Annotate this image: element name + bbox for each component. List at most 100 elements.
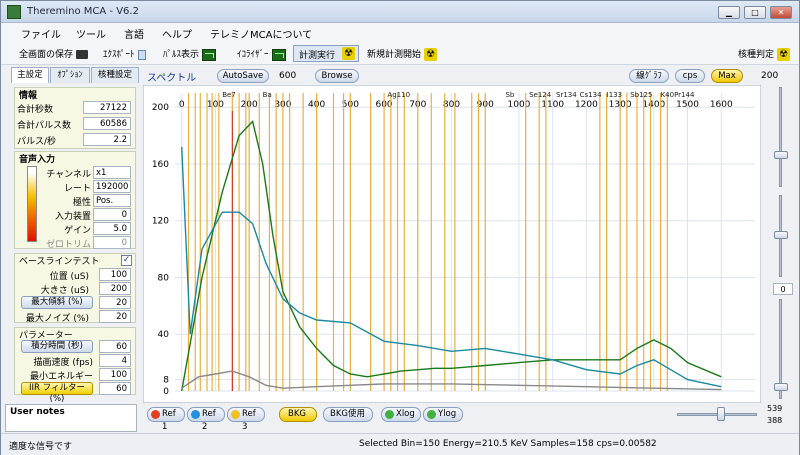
zero-trim-label: ゼロトリム xyxy=(45,240,91,250)
line-graph-button[interactable]: 線ｸﾞﾗﾌ xyxy=(629,69,669,83)
radiation-icon: ☢ xyxy=(777,48,791,61)
total-pulse-label: 合計パルス数 xyxy=(17,121,72,131)
ref2-label: Ref 2 xyxy=(202,409,216,432)
equalizer-graph-icon xyxy=(271,48,286,61)
main-window: Theremino MCA - V6.2 ▁ □ ✕ ファイル ツール 言語 ヘ… xyxy=(0,0,800,455)
ref3-label: Ref 3 xyxy=(242,409,256,432)
ref3-button[interactable]: Ref 3 xyxy=(227,407,265,432)
gain-slider[interactable] xyxy=(779,87,782,187)
size-label: 大きさ (uS) xyxy=(40,286,89,296)
status-left: 適度な信号です xyxy=(9,442,73,452)
close-button[interactable]: ✕ xyxy=(770,6,792,19)
ylog-button[interactable]: Ylog xyxy=(423,407,463,422)
rate-label: レート xyxy=(63,184,91,194)
rate-value[interactable]: 192000 xyxy=(93,180,131,193)
ylog-label: Ylog xyxy=(438,409,457,419)
save-screen-label: 全画面の保存 xyxy=(19,50,74,60)
x-tick-label: 1600 xyxy=(710,100,733,110)
menu-tools[interactable]: ツール xyxy=(76,26,106,41)
nuclide-label: Be7 xyxy=(222,91,236,99)
gain-value[interactable]: 5.0 xyxy=(93,222,131,235)
fps-value[interactable]: 4 xyxy=(99,354,131,367)
channel-value[interactable]: x1 xyxy=(93,166,131,179)
menu-help[interactable]: ヘルプ xyxy=(162,26,192,41)
nuclide-label: Se124 xyxy=(529,91,552,99)
integration-time-button[interactable]: 積分時間 (秒) xyxy=(21,340,93,353)
input-value[interactable]: 0 xyxy=(93,208,131,221)
y-slider-thumb[interactable] xyxy=(774,231,788,239)
ref2-indicator-icon xyxy=(191,410,200,419)
pulse-view-button[interactable]: ﾊﾟﾙｽ表示 xyxy=(163,47,217,61)
total-sec-value: 27122 xyxy=(83,101,131,114)
tab-nuclide[interactable]: 核種設定 xyxy=(91,67,139,83)
max-button[interactable]: Max xyxy=(711,69,743,83)
autosave-value[interactable]: 600 xyxy=(279,71,296,81)
ref3-indicator-icon xyxy=(231,410,240,419)
zero-trim-value[interactable]: 0 xyxy=(93,236,131,249)
menu-about[interactable]: テレミノMCAについて xyxy=(210,26,312,41)
ref2-button[interactable]: Ref 2 xyxy=(187,407,225,432)
nuclide-label: I133 xyxy=(607,91,622,99)
menu-language[interactable]: 言語 xyxy=(124,26,144,41)
max-noise-value[interactable]: 20 xyxy=(99,310,131,323)
xlog-button[interactable]: Xlog xyxy=(381,407,421,422)
audio-title: 音声入力 xyxy=(19,155,56,165)
x-tick-label: 1000 xyxy=(508,100,531,110)
y-tick-label: 40 xyxy=(158,330,170,340)
user-notes[interactable]: User notes xyxy=(5,404,137,432)
nuclide-button[interactable]: 核種判定 ☢ xyxy=(738,47,791,61)
value-539: 539 xyxy=(767,404,783,413)
browse-button[interactable]: Browse xyxy=(315,69,359,83)
y-tick-label: 120 xyxy=(152,217,169,227)
gain-label: ゲイン xyxy=(64,226,91,236)
channel-label: チャンネル xyxy=(46,170,91,180)
iir-filter-button[interactable]: IIR フィルター (%) xyxy=(21,382,93,404)
camera-icon xyxy=(76,50,89,59)
nuclide-label: Sb125 xyxy=(630,91,652,99)
menu-file[interactable]: ファイル xyxy=(21,26,61,41)
right-panel: 0 539 388 xyxy=(763,67,799,427)
bkg-button[interactable]: BKG xyxy=(279,407,317,422)
position-label: 位置 (uS) xyxy=(49,272,89,282)
export-button[interactable]: ｴｸｽﾎﾟｰﾄ xyxy=(103,47,146,60)
new-measurement-button[interactable]: 新規計測開始 ☢ xyxy=(367,47,438,61)
x-slider-thumb[interactable] xyxy=(774,383,788,391)
zoom-slider-thumb[interactable] xyxy=(717,407,725,421)
status-bar: 適度な信号です Selected Bin=150 Energy=210.5 Ke… xyxy=(1,433,799,455)
polarity-value[interactable]: Pos. xyxy=(93,194,131,207)
tab-options[interactable]: ｵﾌﾟｼｮﾝ xyxy=(50,67,90,83)
x-tick-label: 0 xyxy=(179,100,185,110)
autosave-button[interactable]: AutoSave xyxy=(217,69,269,83)
nuclide-label: Cs134 xyxy=(580,91,602,99)
save-screen-button[interactable]: 全画面の保存 xyxy=(19,47,89,60)
size-value[interactable]: 200 xyxy=(99,282,131,295)
app-icon xyxy=(7,5,21,19)
bkg-use-button[interactable]: BKG使用 xyxy=(323,407,373,422)
min-energy-label: 最小エネルギー xyxy=(29,372,93,382)
integration-time-value[interactable]: 60 xyxy=(99,340,131,353)
cps-button[interactable]: cps xyxy=(675,69,705,83)
ref1-label: Ref 1 xyxy=(162,409,176,432)
gain-slider-thumb[interactable] xyxy=(774,151,788,159)
equalizer-button[interactable]: ｲｺﾗｲｻﾞｰ xyxy=(237,47,286,61)
menu-bar: ファイル ツール 言語 ヘルプ テレミノMCAについて xyxy=(1,23,799,42)
baseline-group: ベースラインテスト ✓ 位置 (uS) 100 大きさ (uS) 200 最大傾… xyxy=(14,253,136,324)
spectrum-plot[interactable]: 0 100 200 300 400 500 600 700 800 900 1000 1100 1200… xyxy=(143,85,761,403)
nuclide-label: Ba xyxy=(263,91,272,99)
ref1-button[interactable]: Ref 1 xyxy=(147,407,185,432)
run-measurement-button[interactable]: 計測実行 ☢ xyxy=(293,45,359,62)
x-tick-label: 1200 xyxy=(575,100,598,110)
position-value[interactable]: 100 xyxy=(99,268,131,281)
tab-main[interactable]: 主設定 xyxy=(11,67,49,83)
export-label: ｴｸｽﾎﾟｰﾄ xyxy=(103,50,135,60)
max-slope-value[interactable]: 20 xyxy=(99,296,131,309)
minimize-button[interactable]: ▁ xyxy=(718,6,740,19)
new-measure-label: 新規計測開始 xyxy=(367,50,422,60)
iir-filter-value[interactable]: 60 xyxy=(99,382,131,395)
min-energy-value[interactable]: 100 xyxy=(99,368,131,381)
x-tick-label: 100 xyxy=(207,100,224,110)
max-slope-button[interactable]: 最大傾斜 (%) xyxy=(21,296,93,309)
value-388: 388 xyxy=(767,416,783,425)
baseline-checkbox[interactable]: ✓ xyxy=(121,255,132,266)
maximize-button[interactable]: □ xyxy=(744,6,766,19)
